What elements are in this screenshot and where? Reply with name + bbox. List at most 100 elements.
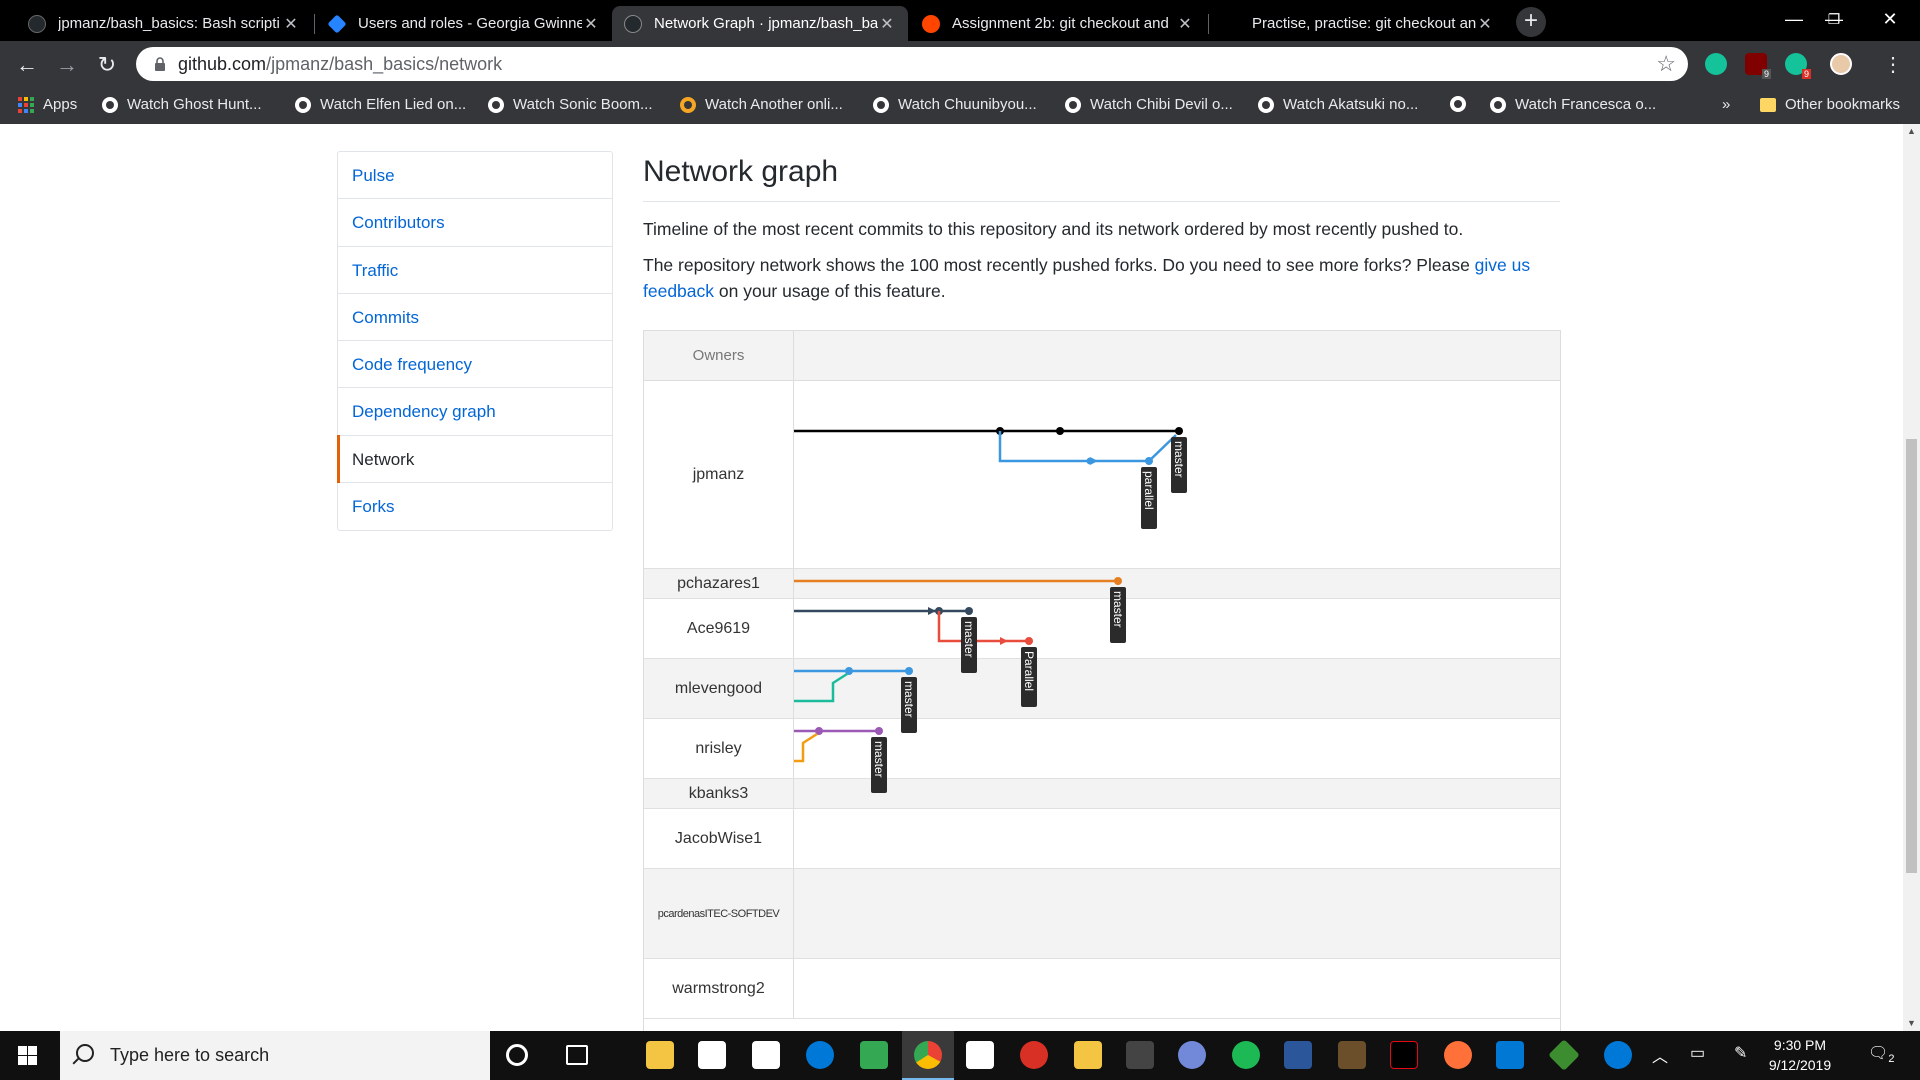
dropbox-icon[interactable] (698, 1041, 726, 1069)
tab-practise[interactable]: Practise, practise: git checkout an ✕ (1210, 6, 1506, 41)
taskbar-search-box[interactable]: Type here to search (60, 1031, 490, 1080)
sidebar-item-pulse[interactable]: Pulse (338, 152, 612, 200)
commit-dot[interactable] (965, 607, 973, 615)
search-placeholder: Type here to search (110, 1045, 270, 1065)
scrollbar-thumb[interactable] (1906, 439, 1917, 873)
windows-start-icon[interactable] (18, 1046, 37, 1065)
commit-dot[interactable] (1175, 427, 1183, 435)
page-scrollbar[interactable]: ▲ ▼ (1903, 124, 1920, 1031)
tab-bash-basics[interactable]: jpmanz/bash_basics: Bash scripti ✕ (16, 6, 312, 41)
back-button[interactable]: ← (12, 50, 42, 80)
taskbar-clock[interactable]: 9:30 PM 9/12/2019 (1758, 1035, 1842, 1075)
reload-button[interactable]: ↻ (92, 50, 122, 80)
tab-network-graph[interactable]: Network Graph · jpmanz/bash_ba ✕ (612, 6, 908, 41)
sidebar-item-traffic[interactable]: Traffic (338, 247, 612, 294)
sidebar-item-network[interactable]: Network (337, 434, 612, 484)
task-view-icon[interactable] (566, 1045, 588, 1065)
commit-dot[interactable] (1025, 637, 1033, 645)
sidebar-item-forks[interactable]: Forks (338, 483, 612, 530)
sidebar-item-dependency-graph[interactable]: Dependency graph (338, 388, 612, 436)
microsoft-store-icon[interactable] (752, 1041, 780, 1069)
firefox-icon[interactable] (1444, 1041, 1472, 1069)
branch-label-nrisley-master[interactable]: master (871, 737, 887, 793)
branch-label-mlevengood-master[interactable]: master (901, 677, 917, 733)
bookmark-item[interactable]: Watch Chuunibyou... (873, 96, 1037, 113)
new-tab-button[interactable]: + (1516, 7, 1546, 37)
file-explorer-icon[interactable] (646, 1041, 674, 1069)
jira-icon (327, 13, 347, 34)
sidebar-item-commits[interactable]: Commits (338, 294, 612, 342)
bookmark-item[interactable]: Watch Sonic Boom... (488, 96, 653, 113)
commit-dot[interactable] (1086, 457, 1094, 465)
commit-dot[interactable] (905, 667, 913, 675)
commit-dot[interactable] (1056, 427, 1064, 435)
network-graph[interactable]: Owners jpmanz pchazares1 Ace9619 mleveng… (643, 330, 1561, 1031)
bookmark-item[interactable] (1450, 96, 1475, 112)
battery-icon[interactable]: ▭ (1690, 1043, 1705, 1063)
bookmark-item[interactable]: Watch Ghost Hunt... (102, 96, 262, 113)
bookmark-item[interactable]: Watch Akatsuki no... (1258, 96, 1418, 113)
tripadvisor-icon[interactable] (860, 1041, 888, 1069)
address-bar[interactable]: github.com/jpmanz/bash_basics/network ☆ (136, 47, 1688, 81)
word-icon[interactable] (1284, 1041, 1312, 1069)
mail-icon[interactable] (966, 1041, 994, 1069)
scroll-down-arrow[interactable]: ▼ (1903, 1016, 1920, 1031)
bookmark-item[interactable]: Watch Chibi Devil o... (1065, 96, 1233, 113)
branch-label-ace9619-master[interactable]: master (961, 617, 977, 673)
extension-icon[interactable]: 9 (1785, 53, 1811, 79)
netflix-icon[interactable] (1390, 1041, 1418, 1069)
gitkraken-icon[interactable] (1548, 1039, 1580, 1071)
branch-label-jpmanz-master[interactable]: master (1171, 437, 1187, 493)
close-window-button[interactable]: ✕ (1866, 4, 1914, 34)
branch-label-pchazares1-master[interactable]: master (1110, 587, 1126, 643)
url-host: github.com (178, 54, 267, 74)
profile-avatar[interactable] (1830, 53, 1852, 75)
ublock-extension-icon[interactable]: 9 (1745, 53, 1771, 79)
maps-pin-icon[interactable] (1020, 1041, 1048, 1069)
bookmark-item[interactable]: Watch Francesca o... (1490, 96, 1656, 113)
amazon-icon[interactable] (1126, 1041, 1154, 1069)
bookmark-star-icon[interactable]: ☆ (1656, 51, 1676, 77)
bookmark-apps[interactable]: Apps (18, 96, 77, 113)
cortana-icon[interactable] (506, 1044, 528, 1066)
discord-icon[interactable] (1178, 1041, 1206, 1069)
bookmark-item[interactable]: Watch Another onli... (680, 96, 843, 113)
chrome-menu-icon[interactable]: ⋮ (1878, 50, 1908, 80)
close-icon[interactable]: ✕ (1176, 14, 1194, 34)
close-icon[interactable]: ✕ (582, 14, 600, 34)
lock-icon (155, 57, 165, 71)
insights-sidebar: Pulse Contributors Traffic Commits Code … (337, 151, 613, 532)
outlook-icon[interactable] (1496, 1041, 1524, 1069)
edge-icon[interactable] (806, 1041, 834, 1069)
minecraft-icon[interactable] (1338, 1041, 1366, 1069)
commit-dot[interactable] (1145, 457, 1153, 465)
pen-icon[interactable]: ✎ (1734, 1043, 1747, 1063)
grammarly-extension-icon[interactable] (1705, 53, 1727, 75)
sidebar-item-contributors[interactable]: Contributors (338, 199, 612, 247)
sidebar-item-code-frequency[interactable]: Code frequency (338, 341, 612, 389)
close-icon[interactable]: ✕ (1476, 14, 1494, 34)
branch-label-ace9619-parallel[interactable]: Parallel (1021, 647, 1037, 707)
bookmark-item[interactable]: Watch Elfen Lied on... (295, 96, 466, 113)
spotify-icon[interactable] (1232, 1041, 1260, 1069)
description-text: The repository network shows the 100 mos… (643, 255, 1475, 275)
tab-assignment-2b[interactable]: Assignment 2b: git checkout and ✕ (910, 6, 1206, 41)
sticky-app-icon[interactable] (1074, 1041, 1102, 1069)
other-bookmarks-folder[interactable]: Other bookmarks (1760, 96, 1900, 113)
action-center-icon[interactable]: 🗨2 (1868, 1043, 1894, 1065)
help-icon[interactable] (1604, 1041, 1632, 1069)
bookmarks-overflow-button[interactable]: » (1722, 96, 1730, 113)
branch-label-jpmanz-parallel[interactable]: parallel (1141, 467, 1157, 529)
restore-button[interactable]: ❐ (1810, 4, 1858, 34)
tray-chevron-icon[interactable]: ︿ (1652, 1043, 1668, 1067)
commit-dot[interactable] (1114, 577, 1122, 585)
tab-users-and-roles[interactable]: Users and roles - Georgia Gwinne ✕ (316, 6, 612, 41)
network-graph-canvas[interactable]: master parallel master master Parallel m… (644, 331, 1560, 1031)
commit-dot[interactable] (875, 727, 883, 735)
close-icon[interactable]: ✕ (282, 14, 300, 34)
close-icon[interactable]: ✕ (878, 14, 896, 34)
chrome-icon[interactable] (914, 1041, 942, 1069)
forward-button[interactable]: → (52, 50, 82, 80)
scroll-up-arrow[interactable]: ▲ (1903, 124, 1920, 139)
globe-icon (1450, 96, 1466, 112)
